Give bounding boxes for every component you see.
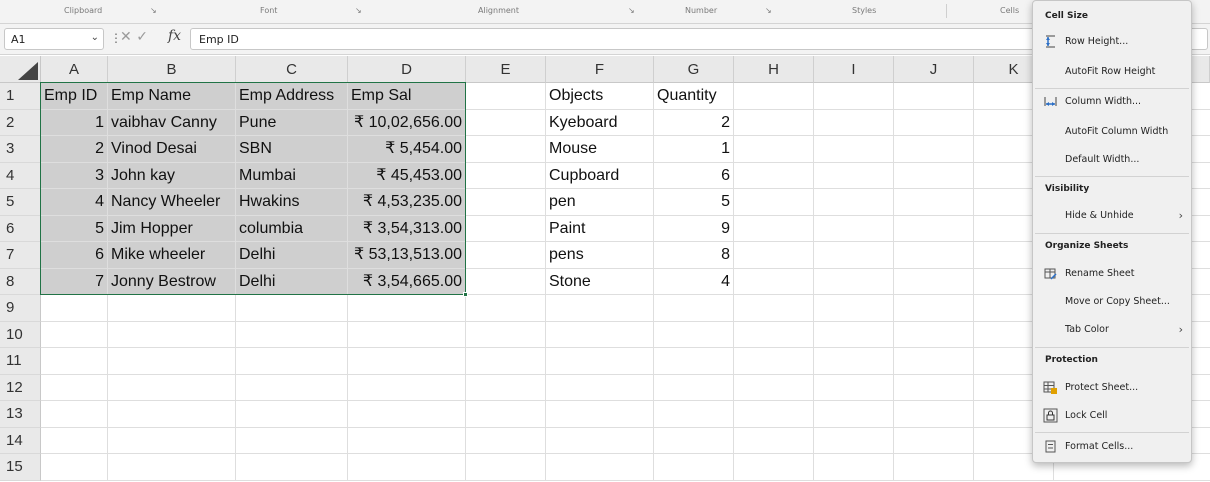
rename-sheet-icon [1044, 268, 1057, 280]
menu-separator [1035, 347, 1189, 348]
cell-g4[interactable]: 6 [654, 163, 734, 190]
menu-heading-organize-sheets: Organize Sheets [1045, 241, 1129, 251]
column-header-a[interactable]: A [41, 56, 108, 83]
menu-item-hide-unhide[interactable]: Hide & Unhide › [1033, 205, 1191, 227]
cell-f3[interactable]: Mouse [546, 136, 654, 163]
menu-item-format-cells[interactable]: Format Cells... [1033, 436, 1191, 458]
row-header-14[interactable]: 14 [0, 427, 41, 454]
column-header-f[interactable]: F [546, 56, 654, 83]
menu-item-rename-sheet[interactable]: Rename Sheet [1033, 263, 1191, 285]
ribbon-group-number: Number [685, 6, 718, 15]
cancel-icon[interactable]: ✕ [120, 29, 132, 45]
gridline-row [41, 479, 1210, 481]
enter-icon[interactable]: ✓ [136, 29, 148, 45]
row-header-4[interactable]: 4 [0, 162, 41, 189]
lock-icon [1043, 408, 1058, 423]
menu-separator [1035, 176, 1189, 177]
menu-item-lock-cell[interactable]: Lock Cell [1033, 405, 1191, 427]
ribbon: Clipboard ↘ Font ↘ Alignment ↘ Number ↘ … [0, 0, 1210, 24]
column-header-i[interactable]: I [814, 56, 894, 83]
formula-bar: A1 ⌄ ⋮ ✕ ✓ fx Emp ID [0, 24, 1210, 55]
menu-heading-cell-size: Cell Size [1045, 11, 1088, 21]
row-header-6[interactable]: 6 [0, 215, 41, 242]
cell-f7[interactable]: pens [546, 242, 654, 269]
menu-item-row-height[interactable]: Row Height... [1033, 31, 1191, 53]
insert-function-icon[interactable]: fx [168, 28, 181, 44]
gridline-column [813, 83, 814, 481]
column-header-g[interactable]: G [654, 56, 734, 83]
cell-g8[interactable]: 4 [654, 269, 734, 296]
column-width-icon [1044, 97, 1057, 106]
menu-item-move-copy-sheet[interactable]: Move or Copy Sheet... [1033, 291, 1191, 313]
cell-g5[interactable]: 5 [654, 189, 734, 216]
clipboard-launcher-icon[interactable]: ↘ [150, 6, 157, 15]
cell-f6[interactable]: Paint [546, 216, 654, 243]
protect-sheet-icon [1043, 381, 1057, 394]
menu-item-protect-sheet[interactable]: Protect Sheet... [1033, 377, 1191, 399]
formula-text: Emp ID [199, 33, 239, 46]
menu-separator [1035, 88, 1189, 89]
cell-f4[interactable]: Cupboard [546, 163, 654, 190]
chevron-right-icon: › [1178, 323, 1183, 336]
column-header-h[interactable]: H [734, 56, 814, 83]
selection-border [40, 82, 466, 295]
fill-handle[interactable] [463, 292, 468, 297]
row-header-5[interactable]: 5 [0, 189, 41, 216]
menu-separator [1035, 432, 1189, 433]
menu-item-autofit-row-height[interactable]: AutoFit Row Height [1033, 61, 1191, 83]
row-height-icon [1046, 35, 1055, 48]
row-header-10[interactable]: 10 [0, 321, 41, 348]
cell-g3[interactable]: 1 [654, 136, 734, 163]
row-header-9[interactable]: 9 [0, 295, 41, 322]
menu-heading-protection: Protection [1045, 355, 1098, 365]
column-header-c[interactable]: C [236, 56, 348, 83]
cell-g6[interactable]: 9 [654, 216, 734, 243]
chevron-right-icon: › [1178, 209, 1183, 222]
column-header-e[interactable]: E [466, 56, 546, 83]
font-launcher-icon[interactable]: ↘ [355, 6, 362, 15]
row-header-13[interactable]: 13 [0, 401, 41, 428]
cell-g2[interactable]: 2 [654, 110, 734, 137]
menu-item-column-width[interactable]: Column Width... [1033, 91, 1191, 113]
column-header-j[interactable]: J [894, 56, 974, 83]
row-header-8[interactable]: 8 [0, 268, 41, 295]
cell-g1[interactable]: Quantity [654, 83, 734, 110]
select-all-button[interactable] [0, 56, 41, 83]
cell-f1[interactable]: Objects [546, 83, 654, 110]
ribbon-group-cells: Cells [1000, 6, 1020, 15]
menu-item-tab-color[interactable]: Tab Color › [1033, 319, 1191, 341]
ribbon-group-styles: Styles [852, 6, 877, 15]
ribbon-group-alignment: Alignment [478, 6, 519, 15]
menu-item-autofit-column-width[interactable]: AutoFit Column Width [1033, 121, 1191, 143]
cell-g7[interactable]: 8 [654, 242, 734, 269]
chevron-down-icon[interactable]: ⌄ [91, 32, 99, 43]
gridline-column [973, 83, 974, 481]
cell-f8[interactable]: Stone [546, 269, 654, 296]
menu-separator [1035, 233, 1189, 234]
ribbon-group-font: Font [260, 6, 278, 15]
format-cells-icon [1045, 440, 1056, 453]
row-header-2[interactable]: 2 [0, 109, 41, 136]
alignment-launcher-icon[interactable]: ↘ [628, 6, 635, 15]
name-box[interactable]: A1 ⌄ [4, 28, 104, 50]
format-context-menu: Cell Size Row Height... AutoFit Row Heig… [1032, 0, 1192, 463]
row-header-11[interactable]: 11 [0, 348, 41, 375]
select-all-triangle-icon [18, 62, 38, 80]
ribbon-group-clipboard: Clipboard [64, 6, 103, 15]
row-header-15[interactable]: 15 [0, 454, 41, 481]
row-header-3[interactable]: 3 [0, 136, 41, 163]
number-launcher-icon[interactable]: ↘ [765, 6, 772, 15]
cell-f5[interactable]: pen [546, 189, 654, 216]
cell-f2[interactable]: Kyeboard [546, 110, 654, 137]
menu-item-default-width[interactable]: Default Width... [1033, 149, 1191, 171]
gridline-column [893, 83, 894, 481]
menu-heading-visibility: Visibility [1045, 184, 1090, 194]
row-header-12[interactable]: 12 [0, 374, 41, 401]
column-header-b[interactable]: B [108, 56, 236, 83]
name-box-value: A1 [11, 33, 26, 46]
ribbon-separator [946, 4, 947, 18]
row-header-7[interactable]: 7 [0, 242, 41, 269]
row-header-1[interactable]: 1 [0, 83, 41, 110]
column-header-d[interactable]: D [348, 56, 466, 83]
